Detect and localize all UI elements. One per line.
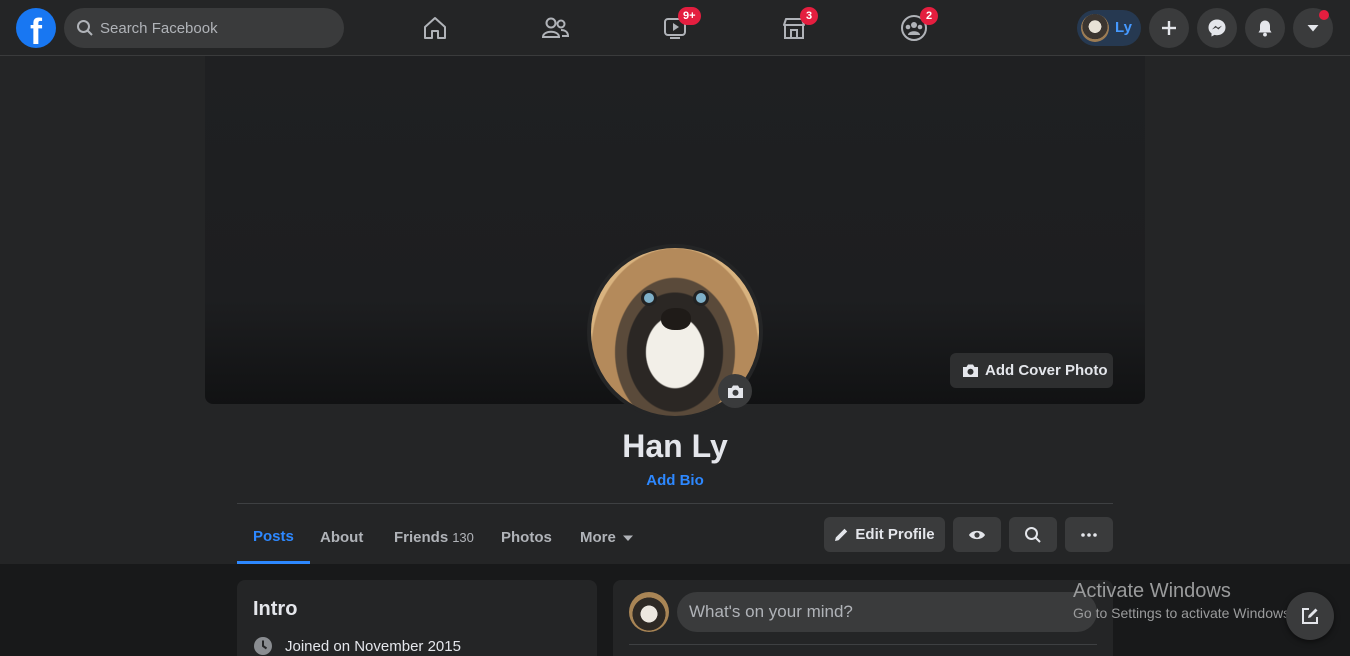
add-bio-link[interactable]: Add Bio xyxy=(0,472,1350,489)
view-as-button[interactable] xyxy=(953,517,1001,552)
edit-profile-label: Edit Profile xyxy=(855,526,935,543)
search-icon xyxy=(1025,526,1041,543)
nav-marketplace[interactable]: 3 xyxy=(772,6,818,50)
friends-icon xyxy=(541,17,569,38)
bell-icon xyxy=(1258,20,1272,37)
joined-row: Joined on November 2015 xyxy=(253,636,461,656)
caret-down-icon xyxy=(622,535,633,541)
avatar xyxy=(1081,14,1109,42)
nav-home[interactable] xyxy=(413,6,457,50)
compose-icon xyxy=(1302,608,1318,624)
caret-down-icon xyxy=(1307,25,1319,32)
tab-about-label: About xyxy=(320,529,364,546)
tab-friends-label: Friends xyxy=(394,529,449,546)
tab-photos[interactable]: Photos xyxy=(485,511,568,564)
messenger-button[interactable] xyxy=(1197,8,1237,48)
friends-count: 130 xyxy=(452,530,474,545)
search-profile-button[interactable] xyxy=(1009,517,1057,552)
post-composer: What's on your mind? xyxy=(613,580,1113,656)
notifications-button[interactable] xyxy=(1245,8,1285,48)
update-profile-picture-button[interactable] xyxy=(718,374,752,408)
add-cover-photo-button[interactable]: Add Cover Photo xyxy=(950,353,1113,388)
profile-name: Han Ly xyxy=(622,428,728,464)
tab-more-label: More xyxy=(580,529,616,546)
watermark-subtitle: Go to Settings to activate Windows. xyxy=(1073,605,1294,621)
avatar xyxy=(629,592,669,632)
windows-activation-watermark: Activate Windows Go to Settings to activ… xyxy=(1073,580,1294,621)
search-bar[interactable] xyxy=(64,8,344,48)
intro-title: Intro xyxy=(253,598,298,620)
watermark-title: Activate Windows xyxy=(1073,580,1231,602)
account-menu-button[interactable] xyxy=(1293,8,1333,48)
pencil-icon xyxy=(835,528,848,541)
composer-input[interactable]: What's on your mind? xyxy=(677,592,1097,632)
more-options-button[interactable] xyxy=(1065,517,1113,552)
edit-profile-button[interactable]: Edit Profile xyxy=(824,517,945,552)
top-navigation-bar: f 9+ 3 2 Ly xyxy=(0,0,1350,56)
new-message-button[interactable] xyxy=(1286,592,1334,640)
create-button[interactable] xyxy=(1149,8,1189,48)
marketplace-badge: 3 xyxy=(800,7,818,25)
profile-shortcut-name: Ly xyxy=(1115,19,1132,36)
notification-dot xyxy=(1319,10,1329,20)
nav-friends[interactable] xyxy=(533,6,577,50)
tab-about[interactable]: About xyxy=(304,511,379,564)
tab-more[interactable]: More xyxy=(564,511,650,564)
nav-groups[interactable]: 2 xyxy=(892,6,938,50)
divider xyxy=(629,644,1097,645)
camera-icon xyxy=(727,385,743,398)
divider xyxy=(237,503,1113,504)
tab-friends[interactable]: Friends 130 xyxy=(378,511,490,564)
nav-watch[interactable]: 9+ xyxy=(653,6,701,50)
intro-card: Intro Joined on November 2015 xyxy=(237,580,597,656)
tab-photos-label: Photos xyxy=(501,529,552,546)
facebook-logo-icon[interactable]: f xyxy=(16,8,56,52)
profile-header: Add Cover Photo Han Ly Add Bio Posts Abo… xyxy=(0,56,1350,564)
tab-posts-label: Posts xyxy=(253,527,294,545)
profile-shortcut[interactable]: Ly xyxy=(1077,10,1141,46)
eye-icon xyxy=(969,530,985,539)
tab-posts[interactable]: Posts xyxy=(237,511,310,564)
search-icon xyxy=(77,20,93,36)
camera-icon xyxy=(963,364,978,377)
home-icon xyxy=(424,17,446,39)
groups-badge: 2 xyxy=(920,7,938,25)
messenger-icon xyxy=(1208,19,1226,37)
ellipsis-icon xyxy=(1081,532,1097,537)
clock-icon xyxy=(254,637,272,655)
joined-text: Joined on November 2015 xyxy=(285,637,461,655)
search-input[interactable] xyxy=(100,8,330,48)
add-cover-photo-label: Add Cover Photo xyxy=(985,362,1108,379)
watch-badge: 9+ xyxy=(678,7,701,25)
plus-icon xyxy=(1162,21,1176,35)
